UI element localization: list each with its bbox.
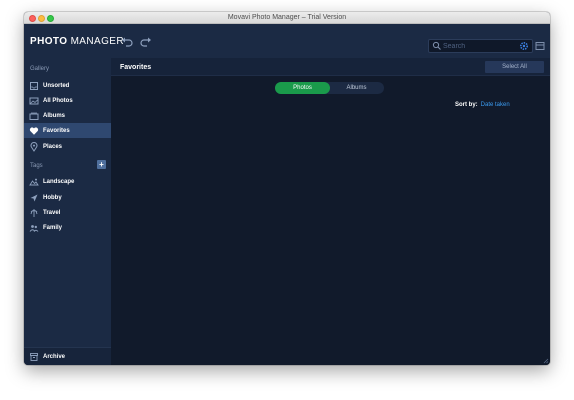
sidebar-item-label: Travel — [43, 209, 61, 216]
content-header: Favorites Select All — [111, 58, 550, 76]
sidebar-item-family[interactable]: Family — [24, 220, 111, 235]
select-all-button[interactable]: Select All — [485, 61, 544, 73]
search-box — [428, 39, 533, 53]
page-title: Favorites — [120, 64, 152, 71]
title-bar: Movavi Photo Manager – Trial Version — [24, 12, 550, 24]
tab-albums[interactable]: Albums — [329, 82, 384, 94]
location-pin-icon — [30, 141, 38, 152]
sidebar-item-albums[interactable]: Albums — [24, 108, 111, 123]
undo-icon[interactable] — [121, 37, 133, 47]
window-title: Movavi Photo Manager – Trial Version — [227, 14, 347, 21]
main-content: Favorites Select All Photos Albums Sort … — [111, 58, 550, 365]
hobby-tag-icon — [30, 194, 38, 201]
sort-control: Sort by: Date taken — [455, 101, 510, 109]
sidebar-item-label: Landscape — [43, 178, 75, 185]
resize-grip-icon[interactable] — [541, 356, 549, 364]
sidebar-item-label: Archive — [43, 353, 66, 360]
sidebar-item-label: Albums — [43, 112, 66, 119]
logo-light-text: MANAGER — [70, 36, 124, 47]
albums-icon — [29, 112, 39, 120]
archive-icon — [30, 352, 38, 361]
gear-icon[interactable] — [519, 41, 529, 51]
sidebar-item-hobby[interactable]: Hobby — [24, 190, 111, 205]
sidebar-archive-section: Archive — [24, 347, 111, 365]
search-input[interactable] — [443, 41, 513, 51]
heart-icon — [29, 126, 39, 135]
sidebar-item-favorites[interactable]: Favorites — [24, 123, 111, 138]
sidebar-item-travel[interactable]: Travel — [24, 205, 111, 220]
sidebar-item-all-photos[interactable]: All Photos — [24, 93, 111, 108]
view-toggle: Photos Albums — [275, 82, 384, 94]
photos-icon — [29, 97, 39, 104]
app-logo: PHOTO MANAGER — [30, 36, 124, 48]
sidebar-item-unsorted[interactable]: Unsorted — [24, 78, 111, 93]
app-window: Movavi Photo Manager – Trial Version PHO… — [24, 12, 550, 365]
sidebar: Gallery Unsorted All Photos Albums Favor… — [24, 58, 111, 365]
sidebar-item-label: Hobby — [43, 194, 62, 201]
sidebar-item-archive[interactable]: Archive — [24, 349, 111, 364]
top-toolbar: PHOTO MANAGER — [24, 24, 550, 58]
sidebar-item-label: Family — [43, 224, 63, 231]
sidebar-item-label: Places — [43, 143, 63, 150]
sort-dropdown[interactable]: Date taken — [481, 102, 510, 108]
landscape-tag-icon — [29, 178, 39, 185]
unsorted-icon — [30, 81, 38, 90]
tab-photos[interactable]: Photos — [275, 82, 330, 94]
sidebar-item-label: Favorites — [43, 127, 70, 134]
logo-bold-text: PHOTO — [30, 36, 68, 47]
tags-section-label: Tags — [30, 163, 43, 169]
sidebar-item-label: Unsorted — [43, 82, 70, 89]
sidebar-item-landscape[interactable]: Landscape — [24, 174, 111, 189]
sidebar-item-places[interactable]: Places — [24, 139, 111, 154]
family-tag-icon — [29, 224, 39, 232]
history-controls — [121, 37, 152, 47]
sort-label: Sort by: — [455, 102, 478, 108]
travel-tag-icon — [30, 208, 38, 217]
gallery-section-label: Gallery — [30, 66, 50, 72]
panel-toggle-icon[interactable] — [535, 41, 545, 51]
add-tag-button[interactable]: + — [97, 160, 106, 169]
redo-icon[interactable] — [140, 37, 152, 47]
sidebar-item-label: All Photos — [43, 97, 73, 104]
search-icon — [432, 41, 441, 50]
